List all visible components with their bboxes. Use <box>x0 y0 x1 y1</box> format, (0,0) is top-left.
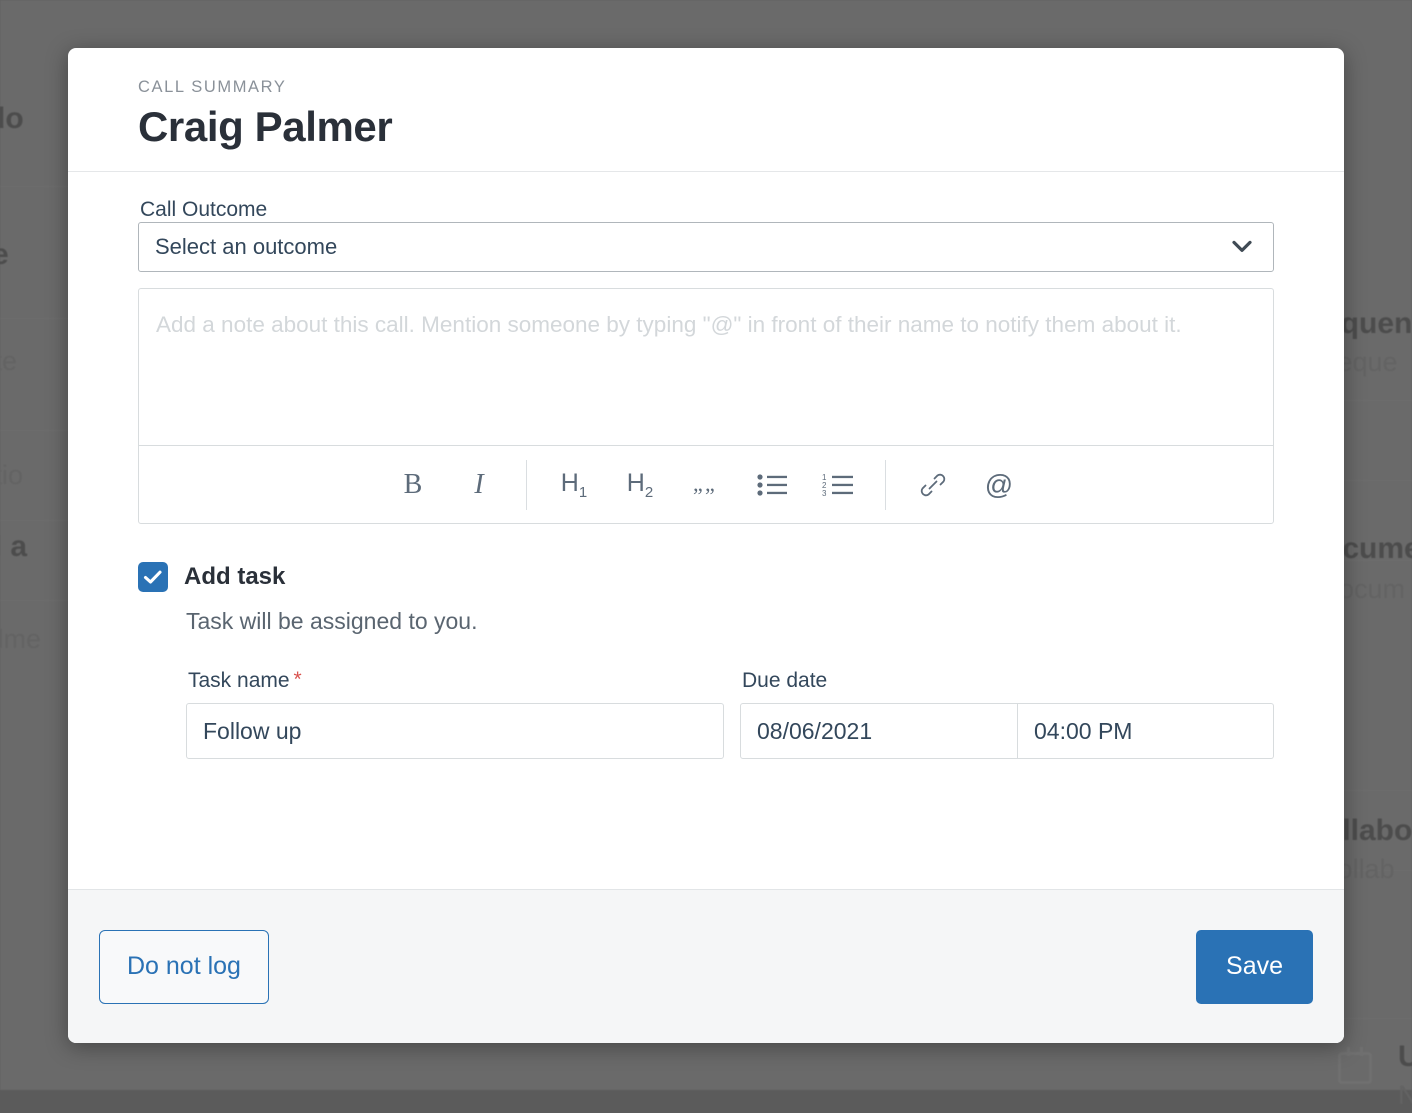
due-date-inputs <box>740 703 1274 760</box>
do-not-log-button[interactable]: Do not log <box>99 929 269 1004</box>
call-outcome-label: Call Outcome <box>140 198 268 222</box>
background-text: g all a <box>0 530 28 563</box>
task-name-input[interactable] <box>186 703 724 760</box>
mention-icon[interactable]: @ <box>966 446 1032 524</box>
calendar-icon <box>1338 1047 1372 1084</box>
toolbar-separator <box>885 459 886 510</box>
numbered-list-icon[interactable]: 1 2 3 <box>805 446 871 524</box>
check-icon <box>143 570 162 584</box>
bulleted-list-icon[interactable] <box>739 446 805 524</box>
due-date-label: Due date <box>742 669 1274 693</box>
svg-text:„: „ <box>705 474 715 496</box>
toolbar-separator <box>526 459 527 510</box>
background-text: ersatio <box>0 460 24 490</box>
note-placeholder: Add a note about this call. Mention some… <box>156 312 1182 338</box>
background-text: g Palme <box>0 624 42 654</box>
background-text: Upcomi <box>1398 1040 1412 1073</box>
task-name-label-text: Task name <box>188 669 290 693</box>
add-task-checkbox[interactable] <box>138 562 168 593</box>
task-fields: Task name * Due date <box>186 669 1274 760</box>
heading-1-icon[interactable]: H1 <box>541 446 607 524</box>
svg-text:„: „ <box>693 474 703 496</box>
note-editor: Add a note about this call. Mention some… <box>138 288 1274 525</box>
heading-2-icon[interactable]: H2 <box>607 446 673 524</box>
svg-text:3: 3 <box>822 489 827 497</box>
call-outcome-select-wrap: Select an outcome Connected Left voicema… <box>138 222 1274 273</box>
modal-header: CALL SUMMARY Craig Palmer <box>68 48 1344 173</box>
modal-footer: Do not log Save <box>68 889 1344 1043</box>
bold-icon[interactable]: B <box>380 446 446 524</box>
task-name-label: Task name * <box>188 669 724 693</box>
link-icon[interactable] <box>900 446 966 524</box>
due-date-input[interactable] <box>740 703 1018 760</box>
required-asterisk: * <box>293 668 302 692</box>
italic-icon[interactable]: I <box>446 446 512 524</box>
task-assignment-note: Task will be assigned to you. <box>186 608 478 635</box>
background-text: a note <box>0 346 18 376</box>
background-text: No upco <box>1398 1080 1412 1110</box>
due-date-field-group: Due date <box>740 669 1274 760</box>
call-summary-modal: CALL SUMMARY Craig Palmer Call Outcome S… <box>68 48 1344 1043</box>
due-date-label-text: Due date <box>742 669 828 693</box>
note-editor-toolbar: B I H1 H2 „ „ 1 2 3 @ <box>139 445 1273 523</box>
add-task-label: Add task <box>184 563 286 591</box>
note-input[interactable]: Add a note about this call. Mention some… <box>139 289 1273 445</box>
due-time-input[interactable] <box>1018 703 1274 760</box>
add-task-checkbox-row[interactable]: Add task <box>138 562 1274 593</box>
background-text: fando <box>0 102 24 135</box>
page-title: Craig Palmer <box>138 103 393 150</box>
modal-body: Call Outcome Select an outcome Connected… <box>68 172 1344 889</box>
task-name-field-group: Task name * <box>186 669 724 760</box>
call-outcome-select[interactable]: Select an outcome Connected Left voicema… <box>138 222 1274 273</box>
blockquote-icon[interactable]: „ „ <box>673 446 739 524</box>
save-button[interactable]: Save <box>1196 929 1313 1004</box>
modal-eyebrow: CALL SUMMARY <box>138 78 287 96</box>
add-task-section: Add task Task will be assigned to you. T… <box>138 562 1274 760</box>
background-text: Note <box>0 238 9 271</box>
